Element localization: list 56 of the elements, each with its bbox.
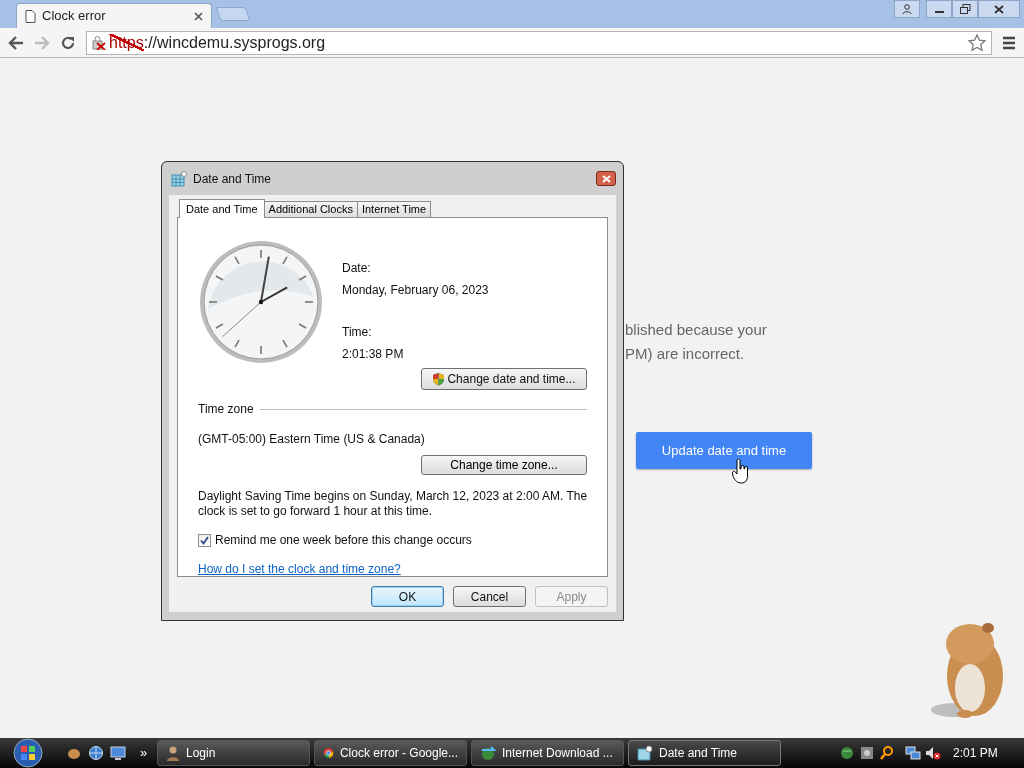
time-zone-value: (GMT-05:00) Eastern Time (US & Canada) [198, 431, 426, 448]
close-icon [994, 4, 1004, 14]
close-button[interactable] [978, 0, 1020, 18]
browser-tab[interactable]: Clock error [16, 3, 212, 28]
muted-speaker-icon[interactable] [925, 745, 941, 761]
globe-icon[interactable] [88, 745, 104, 761]
dialog-button[interactable]: Cancel [453, 586, 526, 607]
dialog-button[interactable]: OK [371, 586, 444, 607]
taskbar-button[interactable]: Internet Download ... [471, 740, 624, 766]
time-value: 2:01:38 PM [342, 346, 405, 363]
user-icon [902, 4, 912, 14]
taskbar-clock[interactable]: 2:01 PM [953, 744, 998, 762]
hand-cursor-icon [732, 459, 749, 484]
date-label: Date: [342, 260, 372, 277]
taskbar-button[interactable]: Login [157, 740, 310, 766]
reload-icon[interactable] [60, 34, 76, 51]
section-heading: Time zone [198, 401, 254, 418]
dialog-tab[interactable]: Additional Clocks [263, 201, 358, 217]
close-icon [601, 174, 611, 183]
minimize-button[interactable] [926, 0, 952, 18]
back-icon[interactable] [8, 35, 24, 50]
update-date-and-time-button[interactable]: Update date and time [636, 432, 812, 469]
overflow-chevron[interactable]: » [140, 743, 152, 763]
desktop-icon[interactable] [110, 745, 126, 761]
calendar-icon [637, 745, 653, 761]
daylight-saving-note: Daylight Saving Time begins on Sunday, March 12, 2023 at 2:00 AM. The clock is set to go forward 1 hour at this time. [198, 489, 589, 519]
taskbar-button[interactable]: Date and Time [628, 740, 781, 766]
tab-title: Clock error [42, 7, 107, 26]
help-link[interactable]: How do I set the clock and time zone? [198, 560, 401, 578]
bookmark-star-icon[interactable] [968, 33, 986, 52]
change-time-zone-button[interactable]: Change time zone... [421, 455, 587, 475]
profile-button[interactable] [894, 0, 920, 18]
dialog-tab[interactable]: Date and Time [179, 199, 265, 218]
reminder-checkbox[interactable] [198, 533, 211, 547]
shield-icon [432, 372, 446, 386]
network-icon[interactable] [905, 745, 921, 761]
calendar-clock-icon [171, 170, 187, 187]
browser-icon [323, 745, 334, 761]
restore-button[interactable] [952, 0, 978, 18]
page-icon [25, 9, 36, 23]
restore-icon [959, 4, 971, 14]
reminder-label: Remind me one week before this change occurs [215, 532, 472, 549]
taskbar-button[interactable]: Clock error - Google... [314, 740, 467, 766]
date-value: Monday, February 06, 2023 [342, 282, 490, 299]
close-button[interactable] [596, 171, 616, 186]
window-title: Date and Time [193, 170, 273, 188]
change-date-and-time-button[interactable]: Change date and time... [421, 368, 587, 390]
menu-icon[interactable] [1002, 35, 1016, 50]
close-icon[interactable] [194, 11, 203, 21]
search-icon[interactable] [879, 745, 895, 761]
insecure-lock-icon [92, 35, 106, 50]
time-label: Time: [342, 324, 373, 341]
error-message-text: blished because your [625, 320, 768, 340]
user-icon [166, 745, 180, 761]
error-message-text: PM) are incorrect. [625, 344, 746, 364]
dialog-tab[interactable]: Internet Time [356, 201, 432, 217]
